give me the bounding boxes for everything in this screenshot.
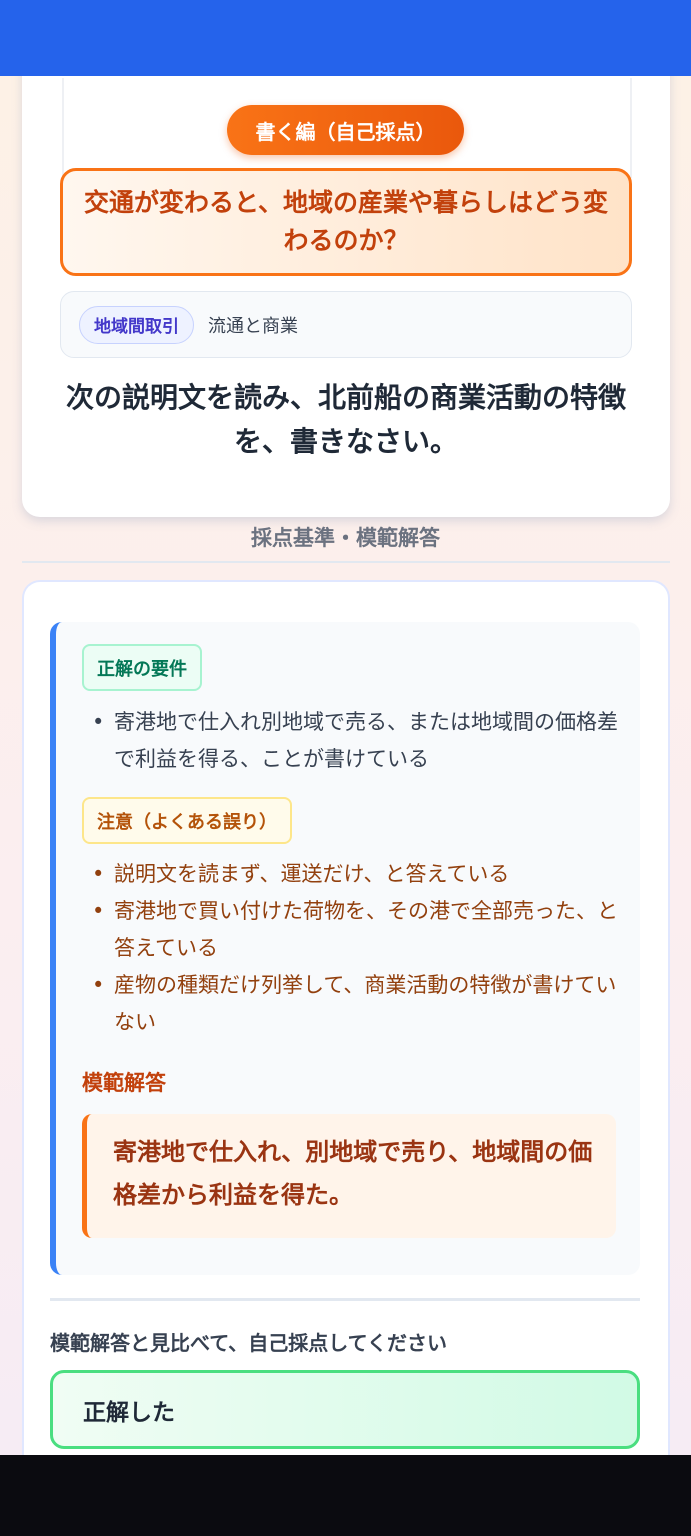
list-item: 寄港地で買い付けた荷物を、その港で全部売った、と答えている (92, 893, 622, 967)
requirements-list: 寄港地で仕入れ別地域で売る、または地域間の価格差で利益を得る、ことが書けている (92, 704, 622, 778)
question-heading: 交通が変わると、地域の産業や暮らしはどう変わるのか？ (60, 168, 632, 276)
topic-label: 流通と商業 (208, 315, 298, 337)
model-answer: 寄港地で仕入れ、別地域で売り、地域間の価格差から利益を得た。 (82, 1114, 616, 1238)
cautions-chip: 注意（よくある誤り） (82, 797, 292, 844)
topic-row: 地域間取引 流通と商業 (60, 291, 632, 358)
list-item: 寄港地で仕入れ別地域で売る、または地域間の価格差で利益を得る、ことが書けている (92, 704, 622, 778)
navigation-bar (0, 1455, 691, 1536)
status-bar (0, 0, 691, 76)
model-answer-label: 模範解答 (82, 1071, 166, 1095)
category-tag: 地域間取引 (79, 305, 194, 344)
requirements-chip: 正解の要件 (82, 644, 202, 691)
divider (22, 561, 670, 563)
cautions-list: 説明文を読まず、運送だけ、と答えている 寄港地で買い付けた荷物を、その港で全部売… (92, 856, 622, 1041)
correct-button[interactable]: 正解した (50, 1370, 640, 1449)
grading-section-title: 採点基準・模範解答 (251, 526, 440, 550)
self-grade-prompt: 模範解答と見比べて、自己採点してください (50, 1331, 447, 1355)
divider (50, 1298, 640, 1301)
instruction-text: 次の説明文を読み、北前船の商業活動の特徴を、書きなさい。 (65, 381, 626, 458)
list-item: 産物の種類だけ列挙して、商業活動の特徴が書けていない (92, 967, 622, 1041)
mode-badge: 書く編（自己採点） (227, 105, 464, 155)
list-item: 説明文を読まず、運送だけ、と答えている (92, 856, 622, 893)
